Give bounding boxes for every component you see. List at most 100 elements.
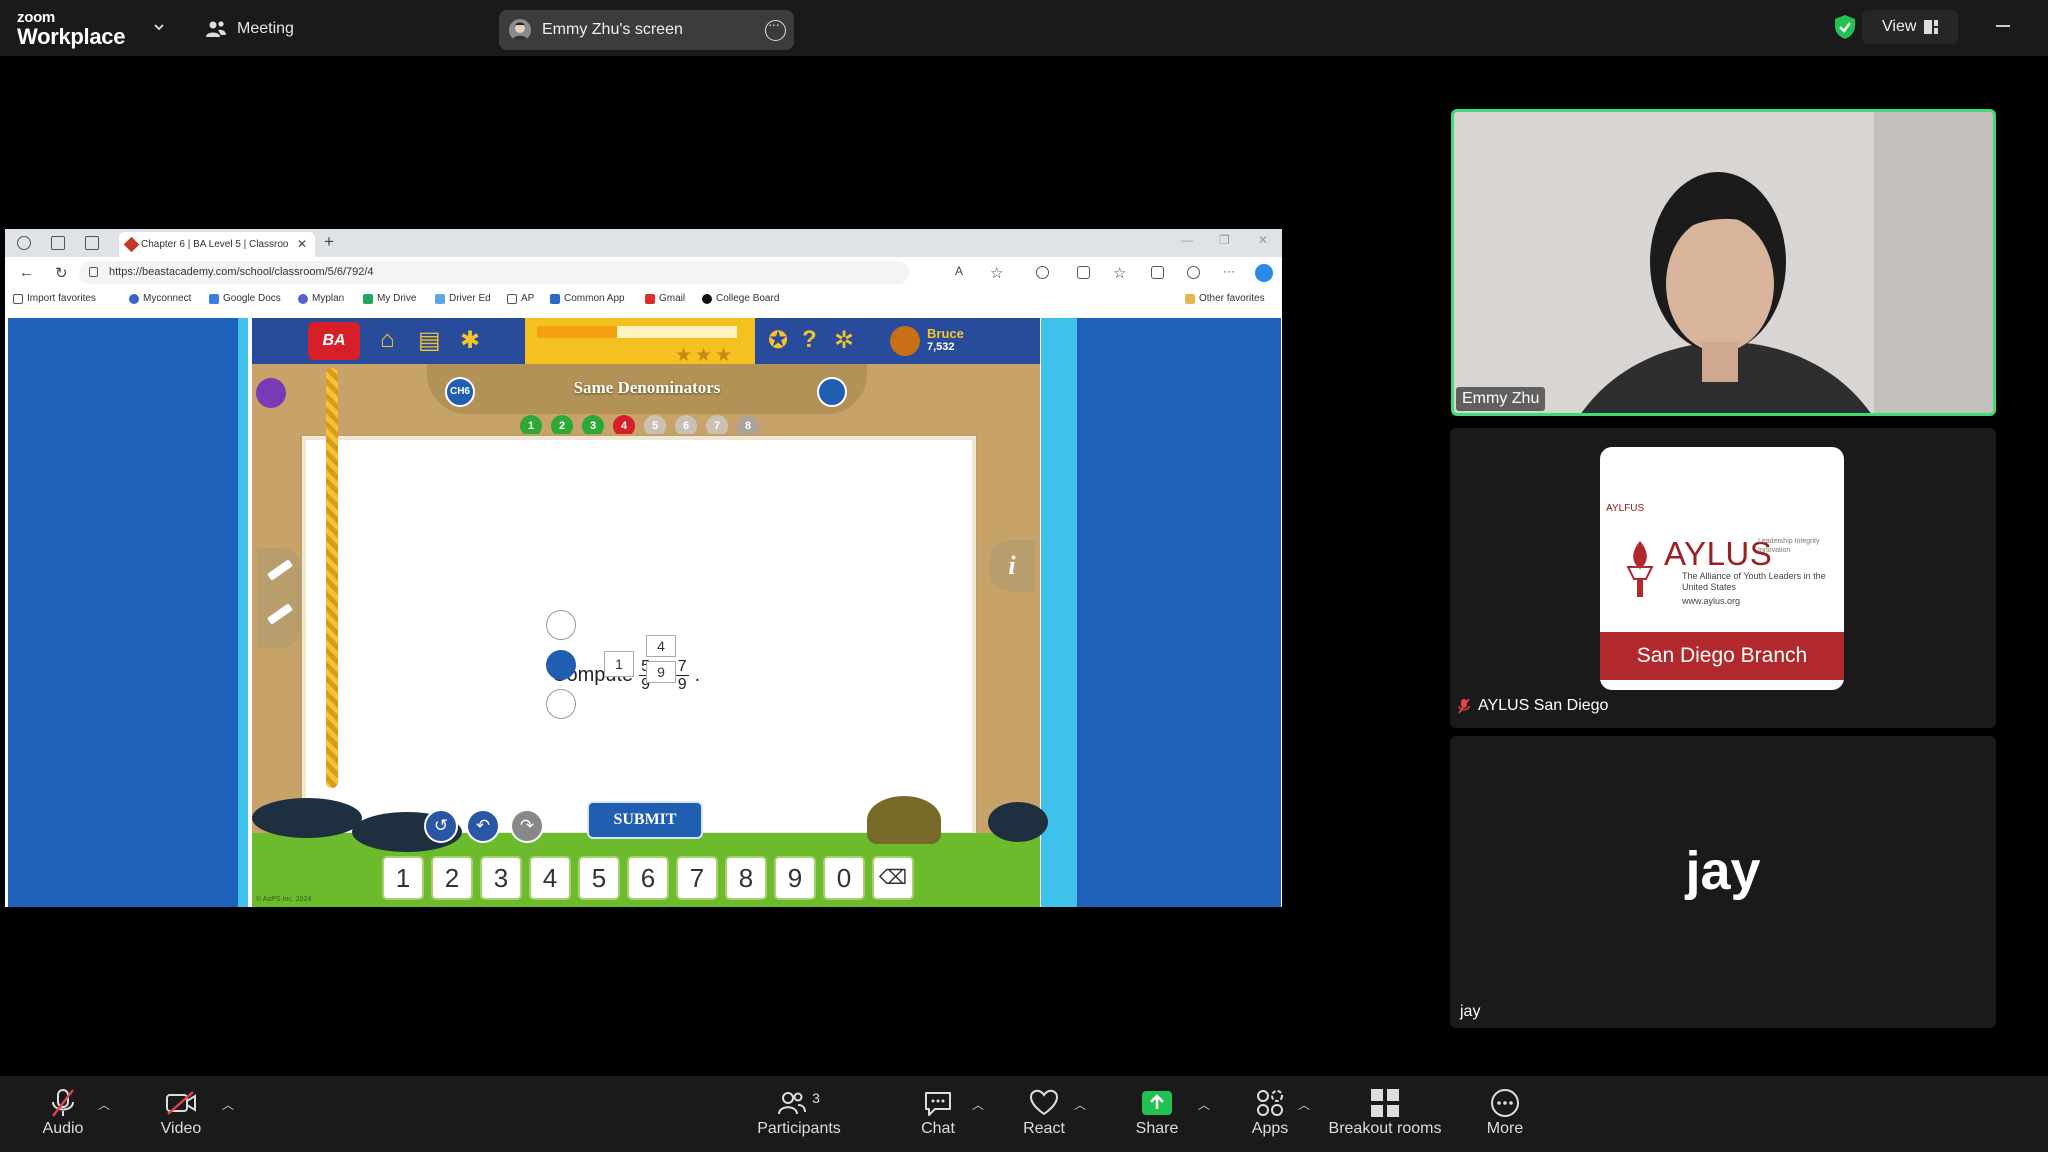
meeting-button[interactable]: Meeting (205, 16, 294, 42)
minimize-icon[interactable] (1996, 25, 2010, 27)
tab-actions-icon[interactable] (85, 236, 99, 250)
browser-tab-active[interactable]: Chapter 6 | BA Level 5 | Classroo ✕ (119, 232, 315, 257)
info-button[interactable]: i (989, 540, 1035, 592)
key-0[interactable]: 0 (823, 856, 865, 900)
browser-essentials-icon[interactable] (1187, 266, 1200, 279)
mixed-number-mode-button[interactable] (546, 650, 576, 680)
audio-options-chevron-icon[interactable]: ︿ (98, 1096, 110, 1113)
problem-dot-5[interactable]: 5 (644, 415, 666, 437)
backspace-key[interactable]: ⌫ (872, 856, 914, 900)
key-8[interactable]: 8 (725, 856, 767, 900)
answer-denominator-input[interactable]: 9 (646, 661, 676, 683)
more-options-icon[interactable] (765, 16, 786, 41)
chevron-down-icon[interactable] (152, 20, 166, 34)
bookmark-ap[interactable]: AP (507, 293, 534, 304)
bookmark-myplan[interactable]: Myplan (298, 293, 344, 304)
extensions-icon[interactable] (1036, 266, 1049, 279)
participant-tile-aylus[interactable]: AYLFUS AYLUS Leadership Integrity Innova… (1450, 428, 1996, 728)
lesson-book-icon[interactable] (817, 377, 847, 407)
eraser-icon[interactable] (267, 603, 293, 625)
key-2[interactable]: 2 (431, 856, 473, 900)
read-aloud-icon[interactable]: A (955, 264, 963, 278)
key-1[interactable]: 1 (382, 856, 424, 900)
problem-dot-4-current[interactable]: 4 (613, 415, 635, 437)
window-restore-icon[interactable]: ❐ (1219, 233, 1230, 247)
video-button[interactable]: Video (158, 1086, 204, 1146)
chapter-badge[interactable]: CH6 (445, 377, 475, 407)
key-4[interactable]: 4 (529, 856, 571, 900)
redo-icon[interactable]: ↷ (510, 809, 544, 843)
chat-button[interactable]: Chat (916, 1086, 960, 1146)
apps-options-chevron-icon[interactable]: ︿ (1298, 1096, 1310, 1113)
new-tab-icon[interactable]: + (324, 232, 334, 252)
whole-number-mode-button[interactable] (546, 689, 576, 719)
close-tab-icon[interactable]: ✕ (297, 237, 307, 251)
answer-whole-input[interactable]: 1 (604, 651, 634, 677)
other-favorites[interactable]: Other favorites (1185, 293, 1265, 304)
shield-check-icon[interactable] (1833, 14, 1857, 40)
url-field[interactable]: https://beastacademy.com/school/classroo… (79, 261, 909, 284)
problem-dot-8[interactable]: 8 (737, 415, 759, 437)
workspaces-icon[interactable] (51, 236, 65, 250)
bookmark-driver-ed[interactable]: Driver Ed (435, 293, 491, 304)
participant-tile-jay[interactable]: jay jay (1450, 736, 1996, 1028)
help-icon[interactable]: ? (802, 326, 817, 354)
bookmark-google-docs[interactable]: Google Docs (209, 293, 281, 304)
award-icon[interactable]: ✪ (768, 326, 788, 355)
participants-button[interactable]: 3 Participants (756, 1086, 842, 1146)
view-button[interactable]: View (1862, 10, 1958, 44)
shared-screen-pill[interactable]: Emmy Zhu's screen (499, 10, 794, 50)
bookmark-gmail[interactable]: Gmail (645, 293, 685, 304)
breakout-rooms-button[interactable]: Breakout rooms (1328, 1086, 1442, 1146)
fraction-mode-button[interactable] (546, 610, 576, 640)
problem-dot-6[interactable]: 6 (675, 415, 697, 437)
settings-more-icon[interactable]: ··· (1223, 264, 1235, 278)
undo-icon[interactable]: ↶ (466, 809, 500, 843)
home-icon[interactable]: ⌂ (380, 326, 395, 354)
user-badge[interactable]: Bruce 7,532 (927, 326, 1009, 360)
book-icon[interactable]: ▤ (418, 326, 441, 355)
submit-button[interactable]: SUBMIT (587, 801, 703, 839)
favorite-star-icon[interactable]: ☆ (990, 264, 1003, 282)
video-options-chevron-icon[interactable]: ︿ (222, 1096, 234, 1113)
bookmark-myconnect[interactable]: Myconnect (129, 293, 191, 304)
settings-gear-icon[interactable]: ✲ (834, 326, 854, 355)
audio-button[interactable]: Audio (40, 1086, 86, 1146)
apps-button[interactable]: Apps (1250, 1086, 1290, 1146)
reset-icon[interactable]: ↺ (424, 809, 458, 843)
key-3[interactable]: 3 (480, 856, 522, 900)
react-button[interactable]: React (1023, 1086, 1065, 1146)
back-icon[interactable]: ← (19, 264, 34, 281)
participant-video-tile[interactable]: Emmy Zhu (1451, 109, 1996, 416)
react-options-chevron-icon[interactable]: ︿ (1074, 1096, 1086, 1113)
problem-dot-3[interactable]: 3 (582, 415, 604, 437)
copilot-icon[interactable] (1255, 264, 1273, 282)
chat-options-chevron-icon[interactable]: ︿ (972, 1096, 984, 1113)
key-7[interactable]: 7 (676, 856, 718, 900)
problem-dot-7[interactable]: 7 (706, 415, 728, 437)
zoom-workplace-logo[interactable]: zoom Workplace (17, 10, 125, 48)
problem-dot-2[interactable]: 2 (551, 415, 573, 437)
more-button[interactable]: More (1484, 1086, 1526, 1146)
pencil-icon[interactable] (267, 559, 293, 581)
share-options-chevron-icon[interactable]: ︿ (1198, 1096, 1210, 1113)
refresh-icon[interactable]: ↻ (55, 264, 68, 282)
answer-numerator-input[interactable]: 4 (646, 635, 676, 657)
key-5[interactable]: 5 (578, 856, 620, 900)
key-6[interactable]: 6 (627, 856, 669, 900)
favorites-icon[interactable]: ☆ (1113, 264, 1126, 282)
bookmark-my-drive[interactable]: My Drive (363, 293, 416, 304)
window-minimize-icon[interactable]: — (1181, 233, 1193, 247)
collections-icon[interactable] (1151, 266, 1164, 279)
split-screen-icon[interactable] (1077, 266, 1090, 279)
bell-icon[interactable] (890, 326, 920, 356)
puzzle-icon[interactable]: ✱ (460, 326, 480, 355)
bookmark-college-board[interactable]: College Board (702, 293, 779, 304)
key-9[interactable]: 9 (774, 856, 816, 900)
profile-icon[interactable] (17, 236, 31, 250)
share-button[interactable]: Share (1136, 1086, 1178, 1146)
problem-dot-1[interactable]: 1 (520, 415, 542, 437)
bookmark-common-app[interactable]: Common App (550, 293, 625, 304)
bookmark-import-favorites[interactable]: Import favorites (13, 293, 96, 304)
ba-logo-button[interactable]: BA (308, 322, 360, 360)
